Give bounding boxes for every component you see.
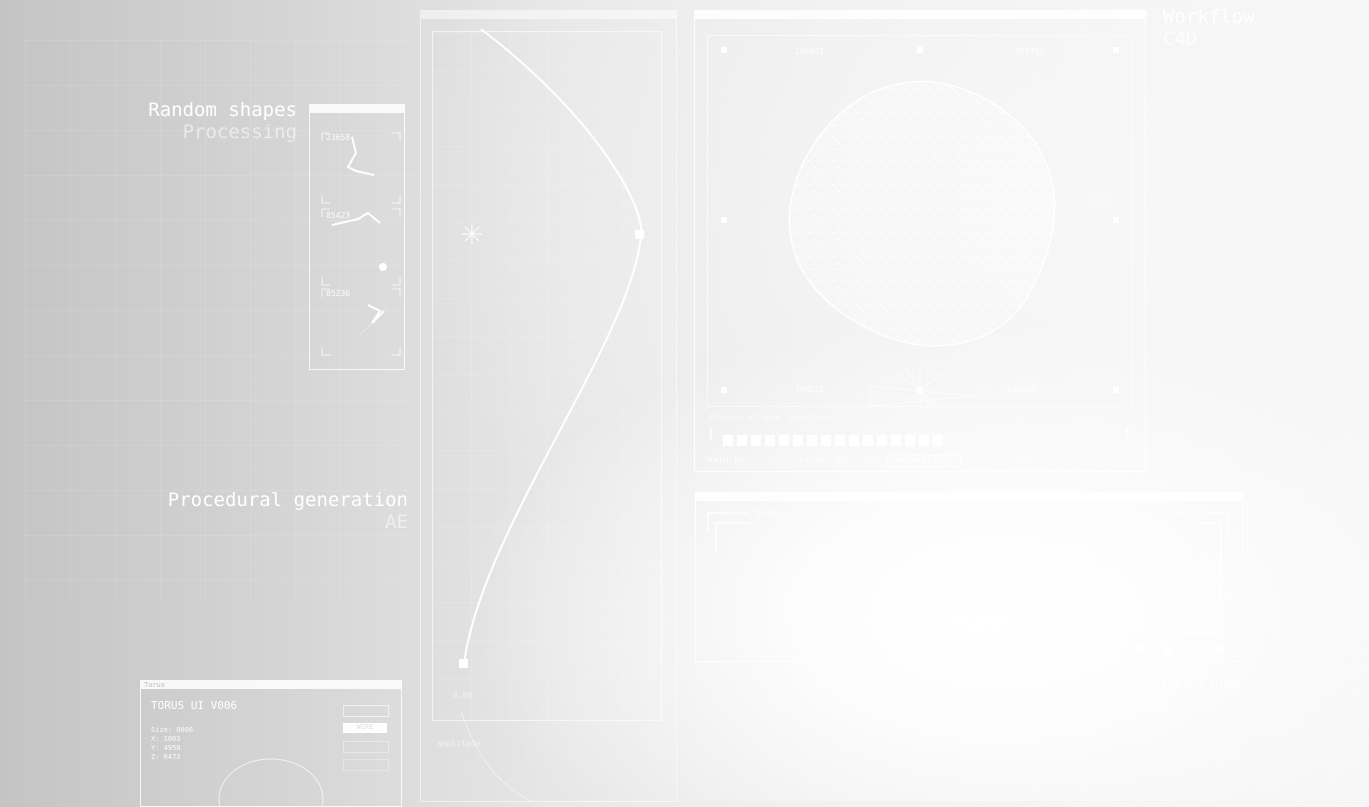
label-tool: Processing	[182, 121, 297, 143]
shapes-canvas	[321, 132, 401, 356]
wave-window: 23453 5263	[695, 492, 1243, 662]
shape-readout: 23658	[326, 133, 351, 142]
progress-bracket-right: ]	[1122, 427, 1131, 443]
tab-render-py[interactable]: render.py	[799, 455, 848, 465]
progress-segment	[919, 435, 929, 446]
progress-bar: [ ]	[707, 427, 1133, 446]
label-tool: C4D	[1163, 28, 1198, 50]
progress-segment	[835, 435, 845, 446]
progress-segment	[891, 435, 901, 446]
progress-segment	[821, 435, 831, 446]
progress-segment	[793, 435, 803, 446]
curve-graph	[460, 28, 643, 801]
torus-window: Torus TORUS UI V006 Size: 0006 X: 1063 Y…	[140, 680, 402, 807]
progress-segment	[877, 435, 887, 446]
curve-window: 0.00 amplitude	[420, 10, 677, 802]
shape-readout: 85423	[326, 211, 351, 220]
sphere-window: 146642 389753 748271 838525 Process of s…	[694, 10, 1146, 472]
progress-segment	[933, 435, 943, 446]
progress-segment	[723, 435, 733, 446]
label-workflow-ae: Workflow AE	[1150, 672, 1242, 716]
curve-handle-top[interactable]	[635, 230, 644, 239]
wave-left-value: 23453	[756, 509, 781, 518]
shape-readout: 85236	[326, 289, 351, 298]
tab-main-py[interactable]: main.py	[707, 455, 745, 465]
wave-right-value: 5263	[1171, 509, 1191, 518]
progress-segment	[905, 435, 915, 446]
wave-frame	[707, 512, 1229, 634]
label-title: Workflow	[1150, 672, 1242, 694]
curve-bottom-label: 0.00	[453, 691, 473, 700]
label-workflow-c4d: Workflow C4D	[1163, 6, 1255, 50]
wave-control[interactable]	[1164, 645, 1172, 653]
progress-bracket-left: [	[707, 427, 716, 443]
wireframe-sphere	[788, 80, 1056, 421]
label-title: Workflow	[1163, 6, 1255, 28]
progress-segment	[807, 435, 817, 446]
curve-handle-bottom[interactable]	[459, 659, 468, 668]
progress-segment	[849, 435, 859, 446]
torus-preview	[218, 758, 324, 806]
random-shapes-window: 23658 85423 85236	[309, 104, 405, 370]
label-procedural-generation: Procedural generation AE	[168, 489, 408, 533]
label-title: Random shapes	[148, 99, 297, 121]
progress-segment	[751, 435, 761, 446]
label-tool: AE	[385, 511, 408, 533]
tab-geometry-py[interactable]: geometry.py	[887, 455, 961, 467]
progress-segment	[737, 435, 747, 446]
label-random-shapes: Random shapes Processing	[148, 99, 297, 143]
progress-segment	[779, 435, 789, 446]
wave-control[interactable]	[1138, 645, 1146, 653]
label-tool: AE	[1150, 694, 1173, 716]
progress-segments	[723, 431, 947, 450]
curve-footer-label: amplitude	[437, 739, 481, 748]
wave-control[interactable]	[1216, 645, 1224, 653]
progress-segment	[863, 435, 873, 446]
label-title: Procedural generation	[167, 489, 408, 511]
progress-label: Process of some Importance	[709, 413, 835, 422]
progress-segment	[765, 435, 775, 446]
